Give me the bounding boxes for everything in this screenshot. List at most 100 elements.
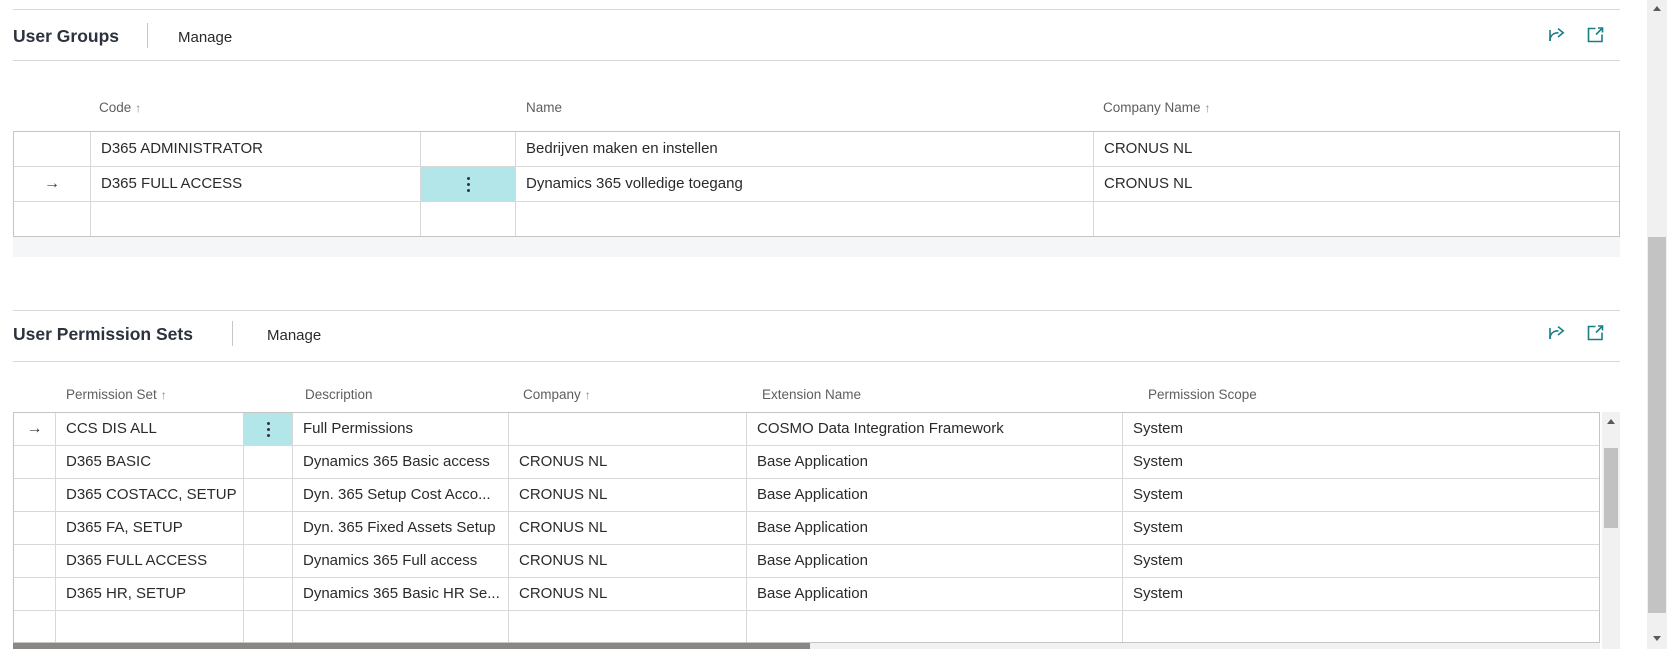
row-selector-cell[interactable]: [14, 132, 91, 166]
cell-permission-scope[interactable]: System: [1123, 413, 1599, 445]
row-selector-cell[interactable]: [14, 446, 56, 478]
cell-description[interactable]: Full Permissions: [293, 413, 509, 445]
cell-options-selected[interactable]: [244, 413, 293, 445]
row-selector-cell[interactable]: [14, 578, 56, 610]
cell-description[interactable]: Dynamics 365 Full access: [293, 545, 509, 577]
column-header-permission-set[interactable]: Permission Set↑: [66, 387, 167, 403]
cell-description[interactable]: [293, 611, 509, 643]
row-selector-cell[interactable]: →: [14, 167, 91, 201]
cell-name[interactable]: [516, 202, 1094, 236]
cell-company[interactable]: CRONUS NL: [509, 512, 747, 544]
column-header-name[interactable]: Name: [526, 100, 562, 116]
cell-options-icon: [267, 428, 270, 431]
cell-options[interactable]: [421, 132, 516, 166]
scroll-up-icon[interactable]: [1653, 6, 1661, 11]
cell-permission-scope[interactable]: System: [1123, 545, 1599, 577]
row-selector-cell[interactable]: [14, 545, 56, 577]
grid-horizontal-scrollbar[interactable]: [13, 643, 1600, 649]
cell-extension-name[interactable]: COSMO Data Integration Framework: [747, 413, 1123, 445]
row-selector-cell[interactable]: →: [14, 413, 56, 445]
user-permission-sets-table: → CCS DIS ALL Full Permissions COSMO Dat…: [13, 412, 1600, 643]
cell-permission-scope[interactable]: System: [1123, 446, 1599, 478]
column-header-company-name[interactable]: Company Name↑: [1103, 100, 1211, 116]
cell-name[interactable]: Dynamics 365 volledige toegang: [516, 167, 1094, 201]
cell-extension-name[interactable]: Base Application: [747, 512, 1123, 544]
scroll-down-icon[interactable]: [1653, 636, 1661, 641]
cell-options[interactable]: [244, 611, 293, 643]
current-row-arrow-icon: →: [44, 167, 60, 201]
row-selector-cell[interactable]: [14, 512, 56, 544]
cell-options[interactable]: [244, 479, 293, 511]
sort-ascending-icon: ↑: [585, 388, 591, 402]
sort-ascending-icon: ↑: [135, 101, 141, 115]
row-selector-cell[interactable]: [14, 202, 91, 236]
cell-options-selected[interactable]: [421, 167, 516, 201]
share-icon[interactable]: [1546, 322, 1568, 344]
cell-permission-set[interactable]: CCS DIS ALL: [56, 413, 244, 445]
cell-code[interactable]: [91, 202, 421, 236]
focus-mode-icon[interactable]: [1584, 322, 1606, 344]
row-selector-cell[interactable]: [14, 611, 56, 643]
user-groups-table: D365 ADMINISTRATOR Bedrijven maken en in…: [13, 131, 1620, 237]
user-permission-sets-manage-button[interactable]: Manage: [267, 327, 321, 345]
cell-name[interactable]: Bedrijven maken en instellen: [516, 132, 1094, 166]
column-header-company[interactable]: Company↑: [523, 387, 591, 403]
column-header-code[interactable]: Code↑: [99, 100, 141, 116]
cell-options[interactable]: [244, 446, 293, 478]
cell-permission-scope[interactable]: System: [1123, 479, 1599, 511]
cell-description[interactable]: Dyn. 365 Setup Cost Acco...: [293, 479, 509, 511]
cell-permission-set[interactable]: D365 BASIC: [56, 446, 244, 478]
cell-company[interactable]: [509, 611, 747, 643]
cell-company[interactable]: CRONUS NL: [509, 446, 747, 478]
column-header-description[interactable]: Description: [305, 387, 373, 403]
table-row: D365 FULL ACCESS Dynamics 365 Full acces…: [14, 545, 1599, 578]
cell-extension-name[interactable]: Base Application: [747, 545, 1123, 577]
scroll-up-icon[interactable]: [1607, 419, 1615, 424]
sort-ascending-icon: ↑: [161, 388, 167, 402]
share-icon[interactable]: [1546, 24, 1568, 46]
cell-extension-name[interactable]: Base Application: [747, 446, 1123, 478]
cell-description[interactable]: Dynamics 365 Basic access: [293, 446, 509, 478]
cell-permission-scope[interactable]: [1123, 611, 1599, 643]
cell-permission-set[interactable]: [56, 611, 244, 643]
cell-permission-set[interactable]: D365 FA, SETUP: [56, 512, 244, 544]
cell-options-icon: [467, 183, 470, 186]
cell-options[interactable]: [421, 202, 516, 236]
page-scrollbar-thumb[interactable]: [1648, 237, 1666, 613]
cell-description[interactable]: Dyn. 365 Fixed Assets Setup: [293, 512, 509, 544]
cell-options[interactable]: [244, 545, 293, 577]
row-selector-cell[interactable]: [14, 479, 56, 511]
cell-permission-set[interactable]: D365 COSTACC, SETUP: [56, 479, 244, 511]
cell-company-name[interactable]: [1094, 202, 1619, 236]
column-header-extension-name[interactable]: Extension Name: [762, 387, 861, 403]
user-groups-manage-button[interactable]: Manage: [178, 29, 232, 47]
cell-company-name[interactable]: CRONUS NL: [1094, 132, 1619, 166]
cell-permission-set[interactable]: D365 FULL ACCESS: [56, 545, 244, 577]
cell-options[interactable]: [244, 512, 293, 544]
cell-permission-set[interactable]: D365 HR, SETUP: [56, 578, 244, 610]
page-scrollbar[interactable]: [1647, 0, 1667, 649]
cell-code[interactable]: D365 FULL ACCESS: [91, 167, 421, 201]
focus-mode-icon-glyph: [1585, 25, 1605, 45]
cell-company-name[interactable]: CRONUS NL: [1094, 167, 1619, 201]
grid-horizontal-scrollbar-thumb[interactable]: [13, 643, 810, 649]
cell-company[interactable]: CRONUS NL: [509, 578, 747, 610]
cell-extension-name[interactable]: Base Application: [747, 578, 1123, 610]
cell-options[interactable]: [244, 578, 293, 610]
cell-code[interactable]: D365 ADMINISTRATOR: [91, 132, 421, 166]
cell-extension-name[interactable]: Base Application: [747, 479, 1123, 511]
cell-permission-scope[interactable]: System: [1123, 512, 1599, 544]
cell-permission-scope[interactable]: System: [1123, 578, 1599, 610]
focus-mode-icon-glyph: [1585, 323, 1605, 343]
cell-extension-name[interactable]: [747, 611, 1123, 643]
cell-company[interactable]: [509, 413, 747, 445]
column-header-permission-scope[interactable]: Permission Scope: [1148, 387, 1257, 403]
cell-description[interactable]: Dynamics 365 Basic HR Se...: [293, 578, 509, 610]
cell-company[interactable]: CRONUS NL: [509, 545, 747, 577]
column-header-label: Extension Name: [762, 387, 861, 402]
cell-company[interactable]: CRONUS NL: [509, 479, 747, 511]
grid-vertical-scrollbar-thumb[interactable]: [1604, 448, 1618, 528]
grid-vertical-scrollbar[interactable]: [1602, 412, 1620, 649]
table-row: D365 ADMINISTRATOR Bedrijven maken en in…: [14, 132, 1619, 167]
focus-mode-icon[interactable]: [1584, 24, 1606, 46]
